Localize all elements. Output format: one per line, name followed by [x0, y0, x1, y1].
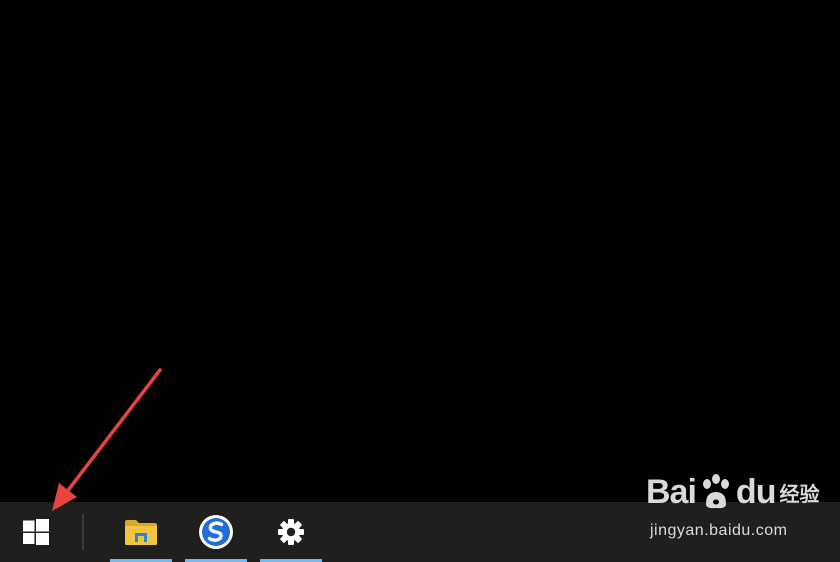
- gear-icon: [278, 519, 304, 545]
- desktop-background: [0, 0, 840, 502]
- windows-logo-icon: [23, 519, 49, 545]
- taskbar-file-explorer[interactable]: [110, 502, 172, 562]
- taskbar-separator: [82, 514, 84, 550]
- taskbar-sogou-browser[interactable]: [185, 502, 247, 562]
- sogou-browser-icon: [199, 515, 233, 549]
- start-button[interactable]: [0, 502, 72, 562]
- taskbar: [0, 502, 840, 562]
- taskbar-settings[interactable]: [260, 502, 322, 562]
- folder-icon: [125, 520, 157, 545]
